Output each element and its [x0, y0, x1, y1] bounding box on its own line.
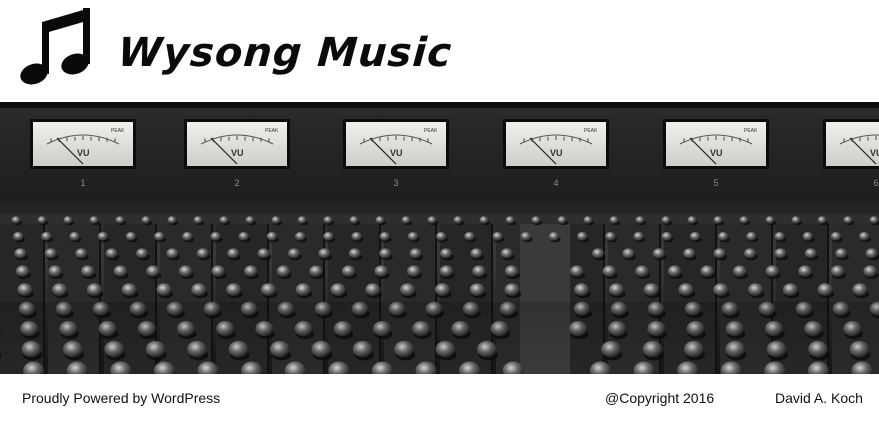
- meter-peak-label: PEAK: [111, 128, 125, 134]
- channel-number: 6: [873, 178, 878, 188]
- meter-peak-label: PEAK: [744, 128, 758, 134]
- meter-peak-label: PEAK: [584, 128, 598, 134]
- vu-meter: PEAK VU: [663, 119, 769, 169]
- copyright-text: @Copyright 2016: [605, 390, 715, 406]
- channel-number: 2: [234, 178, 239, 188]
- meter-peak-label: PEAK: [424, 128, 438, 134]
- vu-meter: PEAK VU: [503, 119, 609, 169]
- meter-vu-label: VU: [390, 148, 403, 158]
- site-title[interactable]: Wysong Music: [116, 30, 453, 76]
- channel-number: 4: [553, 178, 558, 188]
- meter-vu-label: VU: [550, 148, 563, 158]
- meter-peak-label: PEAK: [265, 128, 279, 134]
- channel-number: 5: [713, 178, 718, 188]
- hero-image: PEAKVUPEAKVUPEAKVUPEAKVUPEAKVUPEAKVU 123…: [0, 102, 879, 374]
- meter-vu-label: VU: [870, 148, 879, 158]
- vu-meter: PEAK VU: [343, 119, 449, 169]
- vu-meter: PEAK VU: [30, 119, 136, 169]
- vu-meter: PEAKVU: [823, 119, 879, 169]
- author-name: David A. Koch: [775, 390, 863, 406]
- meter-vu-label: VU: [710, 148, 723, 158]
- powered-by-link[interactable]: Proudly Powered by WordPress: [22, 390, 220, 406]
- mixing-console-photo: PEAKVUPEAKVUPEAKVUPEAKVUPEAKVUPEAKVU 123…: [0, 102, 879, 374]
- site-footer: Proudly Powered by WordPress @Copyright …: [0, 374, 879, 426]
- site-header: Wysong Music: [0, 0, 879, 102]
- music-note-icon[interactable]: [20, 8, 92, 86]
- channel-number: 3: [393, 178, 398, 188]
- meter-vu-label: VU: [231, 148, 244, 158]
- channel-number: 1: [80, 178, 85, 188]
- meter-vu-label: VU: [77, 148, 90, 158]
- vu-meter: PEAK VU: [184, 119, 290, 169]
